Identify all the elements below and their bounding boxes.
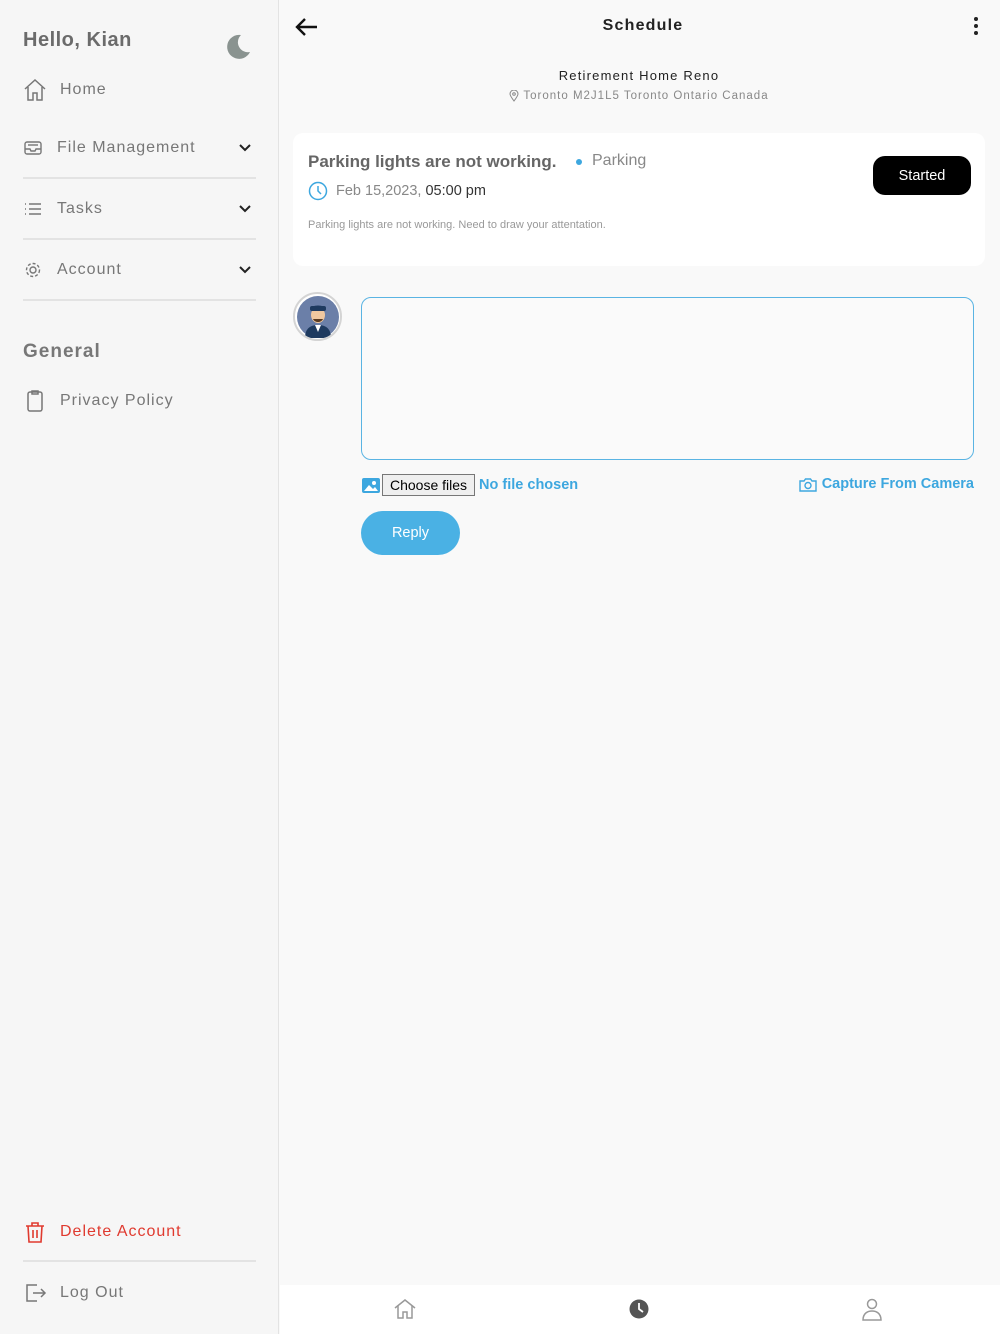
issue-category: Parking	[592, 152, 647, 169]
choose-files-button[interactable]: Choose files	[382, 474, 476, 496]
sidebar-item-privacy-policy[interactable]: Privacy Policy	[23, 386, 174, 416]
more-options-icon[interactable]	[972, 16, 980, 36]
issue-datetime: Feb 15,2023, 05:00 pm	[308, 181, 486, 201]
project-address: Toronto M2J1L5 Toronto Ontario Canada	[280, 90, 998, 102]
sidebar-item-label: Account	[57, 261, 122, 278]
clock-icon	[308, 181, 328, 201]
tab-schedule-icon[interactable]	[627, 1297, 651, 1321]
bottom-nav	[280, 1285, 1000, 1334]
sidebar: Hello, Kian Home File Management Tasks A…	[0, 0, 279, 1334]
user-avatar-icon	[296, 295, 339, 338]
issue-card: Parking lights are not working. Parking …	[293, 133, 985, 266]
section-title-general: General	[23, 341, 101, 362]
image-icon	[362, 477, 380, 493]
list-icon	[23, 199, 43, 219]
sidebar-item-label: Privacy Policy	[60, 392, 174, 409]
file-upload-row: Choose files No file chosen	[361, 474, 578, 496]
address-text: Toronto M2J1L5 Toronto Ontario Canada	[523, 90, 769, 102]
status-button[interactable]: Started	[873, 156, 971, 195]
main-content: Schedule Retirement Home Reno Toronto M2…	[280, 0, 1000, 1334]
issue-time: 05:00 pm	[425, 183, 486, 199]
issue-date: Feb 15,2023,	[336, 183, 422, 199]
sidebar-item-file-management[interactable]: File Management	[23, 119, 256, 179]
sidebar-item-logout[interactable]: Log Out	[23, 1278, 124, 1308]
reply-textarea[interactable]	[361, 297, 974, 460]
sidebar-item-label: Home	[60, 81, 107, 98]
category-dot	[576, 159, 582, 165]
no-file-label: No file chosen	[479, 477, 579, 493]
sidebar-item-tasks[interactable]: Tasks	[23, 180, 256, 240]
tab-profile-icon[interactable]	[860, 1297, 884, 1321]
sidebar-item-label: Tasks	[57, 200, 103, 217]
location-pin-icon	[509, 90, 519, 102]
chevron-down-icon[interactable]	[238, 141, 252, 155]
home-icon	[23, 78, 47, 102]
sidebar-item-label: Delete Account	[60, 1223, 182, 1240]
page-title: Schedule	[602, 17, 684, 34]
clipboard-icon	[23, 389, 47, 413]
sidebar-item-delete-account[interactable]: Delete Account	[23, 1218, 256, 1262]
chevron-down-icon[interactable]	[238, 202, 252, 216]
reply-button[interactable]: Reply	[361, 511, 460, 555]
project-name: Retirement Home Reno	[558, 68, 720, 83]
inbox-icon	[23, 138, 43, 158]
sidebar-item-label: File Management	[57, 139, 196, 156]
camera-icon	[799, 477, 817, 492]
gear-icon	[23, 260, 43, 280]
avatar	[293, 292, 342, 341]
logout-icon	[23, 1281, 47, 1305]
chevron-down-icon[interactable]	[238, 263, 252, 277]
greeting: Hello, Kian	[23, 29, 132, 51]
sidebar-item-label: Log Out	[60, 1284, 124, 1301]
camera-label: Capture From Camera	[821, 476, 974, 492]
moon-icon[interactable]	[222, 32, 252, 62]
issue-title: Parking lights are not working.	[308, 152, 557, 171]
capture-camera-button[interactable]: Capture From Camera	[799, 476, 974, 492]
sidebar-item-home[interactable]: Home	[23, 74, 256, 106]
tab-home-icon[interactable]	[393, 1297, 417, 1321]
issue-description: Parking lights are not working. Need to …	[308, 219, 606, 231]
trash-icon	[23, 1220, 47, 1244]
sidebar-item-account[interactable]: Account	[23, 241, 256, 301]
